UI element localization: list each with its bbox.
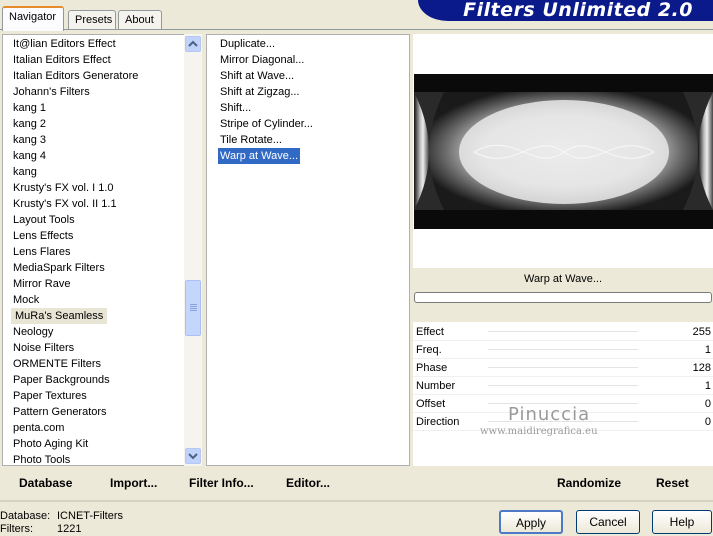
category-item[interactable]: kang 3	[13, 132, 46, 148]
parameter-panel: Effect 255 Freq. 1 Phase 128 Number 1 Offset 0 Dir…	[413, 322, 713, 466]
cancel-button[interactable]: Cancel	[576, 510, 640, 534]
filter-item[interactable]: Shift at Wave...	[220, 68, 294, 84]
filters-count: 1221	[57, 523, 82, 535]
category-item[interactable]: Paper Backgrounds	[13, 372, 110, 388]
chevron-down-icon	[188, 453, 198, 460]
param-slider-track[interactable]	[488, 367, 638, 368]
param-row[interactable]: Freq. 1	[413, 341, 713, 359]
param-value: 0	[704, 398, 711, 410]
category-list[interactable]: It@lian Editors Effect Italian Editors Ef…	[2, 34, 202, 466]
category-item[interactable]: Italian Editors Generatore	[13, 68, 138, 84]
category-item[interactable]: Noise Filters	[13, 340, 74, 356]
filter-list[interactable]: Duplicate... Mirror Diagonal... Shift at W…	[206, 34, 410, 466]
status-divider	[0, 500, 713, 502]
filter-item[interactable]: Mirror Diagonal...	[220, 52, 304, 68]
category-item[interactable]: MuRa's Seamless	[11, 308, 108, 324]
category-item[interactable]: penta.com	[13, 420, 64, 436]
category-item[interactable]: Italian Editors Effect	[13, 52, 111, 68]
category-item[interactable]: kang 2	[13, 116, 46, 132]
tab-navigator[interactable]: Navigator	[2, 6, 64, 31]
param-row[interactable]: Number 1	[413, 377, 713, 395]
param-value: 0	[704, 416, 711, 428]
tab-about[interactable]: About	[118, 10, 162, 30]
apply-button[interactable]: Apply	[499, 510, 563, 534]
category-item[interactable]: Lens Effects	[13, 228, 73, 244]
editor-button[interactable]: Editor...	[286, 476, 330, 490]
filter-item[interactable]: Shift at Zigzag...	[220, 84, 299, 100]
filter-item[interactable]: Shift...	[220, 100, 251, 116]
param-value: 128	[692, 362, 711, 374]
param-slider-track[interactable]	[488, 331, 638, 332]
filter-item[interactable]: Tile Rotate...	[220, 132, 282, 148]
category-item[interactable]: Mock	[13, 292, 39, 308]
param-value: 1	[704, 344, 711, 356]
category-item[interactable]: It@lian Editors Effect	[13, 36, 116, 52]
category-scrollbar[interactable]	[184, 34, 202, 466]
category-item[interactable]: MediaSpark Filters	[13, 260, 105, 276]
param-row[interactable]: Effect 255	[413, 323, 713, 341]
category-item[interactable]: Neology	[13, 324, 53, 340]
category-item[interactable]: kang	[13, 164, 37, 180]
param-row[interactable]: Phase 128	[413, 359, 713, 377]
chevron-up-icon	[188, 40, 198, 47]
scroll-thumb[interactable]	[185, 280, 201, 336]
preview-image	[414, 74, 713, 229]
category-item[interactable]: ORMENTE Filters	[13, 356, 101, 372]
category-item[interactable]: kang 1	[13, 100, 46, 116]
category-item[interactable]: Johann's Filters	[13, 84, 90, 100]
filter-item[interactable]: Duplicate...	[220, 36, 275, 52]
param-label: Effect	[416, 326, 444, 338]
progress-bar	[414, 292, 712, 303]
filter-info-button[interactable]: Filter Info...	[189, 476, 254, 490]
app-title-banner: Filters Unlimited 2.0	[418, 0, 713, 21]
tab-presets[interactable]: Presets	[68, 10, 116, 30]
filter-item[interactable]: Stripe of Cylinder...	[220, 116, 313, 132]
help-button[interactable]: Help	[652, 510, 712, 534]
category-item[interactable]: Photo Tools	[13, 452, 70, 468]
tab-divider	[0, 29, 713, 30]
category-item[interactable]: Mirror Rave	[13, 276, 70, 292]
watermark-name: Pinuccia	[508, 404, 591, 425]
param-slider-track[interactable]	[488, 349, 638, 350]
database-button[interactable]: Database	[19, 476, 72, 490]
filters-label: Filters:	[0, 523, 33, 535]
param-slider-track[interactable]	[488, 385, 638, 386]
import-button[interactable]: Import...	[110, 476, 157, 490]
category-item[interactable]: Krusty's FX vol. I 1.0	[13, 180, 114, 196]
param-label: Number	[416, 380, 456, 392]
scroll-up-button[interactable]	[185, 36, 201, 52]
database-label: Database:	[0, 510, 51, 522]
category-item[interactable]: Paper Textures	[13, 388, 87, 404]
param-value: 1	[704, 380, 711, 392]
category-item[interactable]: Pattern Generators	[13, 404, 107, 420]
watermark-site: www.maidiregrafica.eu	[480, 426, 598, 437]
category-item[interactable]: Krusty's FX vol. II 1.1	[13, 196, 117, 212]
warp-preview-graphic	[414, 74, 713, 229]
category-item[interactable]: Photo Aging Kit	[13, 436, 88, 452]
category-item[interactable]: Layout Tools	[13, 212, 75, 228]
param-label: Offset	[416, 398, 446, 410]
database-value: ICNET-Filters	[57, 510, 123, 522]
scroll-down-button[interactable]	[185, 448, 201, 464]
category-item[interactable]: Lens Flares	[13, 244, 70, 260]
param-value: 255	[692, 326, 711, 338]
randomize-button[interactable]: Randomize	[557, 476, 621, 490]
category-item[interactable]: kang 4	[13, 148, 46, 164]
param-label: Freq.	[416, 344, 442, 356]
reset-button[interactable]: Reset	[656, 476, 689, 490]
filter-item[interactable]: Warp at Wave...	[218, 148, 301, 164]
param-label: Phase	[416, 362, 448, 374]
preview-filter-name: Warp at Wave...	[523, 273, 603, 285]
param-label: Direction	[416, 416, 460, 428]
